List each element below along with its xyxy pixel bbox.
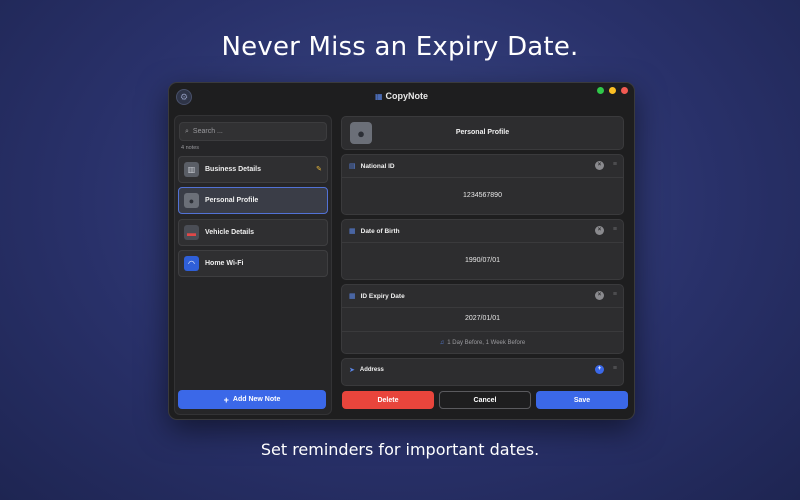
drag-handle-icon[interactable]: ≡ — [613, 226, 617, 233]
drag-handle-icon[interactable]: ≡ — [613, 161, 617, 168]
pin-icon: ✎ — [316, 166, 322, 173]
delete-button[interactable]: Delete — [342, 391, 434, 409]
save-button[interactable]: Save — [536, 391, 628, 409]
sidebar: ⌕ Search ... 4 notes ▥ Business Details … — [174, 115, 332, 415]
app-window: ⚙ ▦ CopyNote ⌕ Search ... 4 notes ▥ Busin… — [168, 82, 635, 420]
field-label[interactable]: Address — [360, 367, 384, 373]
sidebar-item-label: Business Details — [205, 166, 262, 173]
clear-icon[interactable]: × — [595, 226, 604, 235]
field-value[interactable]: 1990/07/01 — [342, 257, 623, 264]
field-header: ▤ National ID × ≡ — [342, 155, 623, 178]
window-title: ▦ CopyNote — [169, 91, 634, 101]
promo-subline: Set reminders for important dates. — [260, 440, 540, 459]
profile-header: ● Personal Profile — [341, 116, 624, 150]
sidebar-item-business-details[interactable]: ▥ Business Details ✎ — [178, 156, 328, 183]
sidebar-item-vehicle-details[interactable]: ▬ Vehicle Details — [178, 219, 328, 246]
sidebar-item-label: Personal Profile — [205, 197, 259, 204]
field-header: ➤ Address + ≡ — [342, 359, 623, 381]
add-note-button[interactable]: + Add New Note — [178, 390, 326, 409]
minimize-button[interactable] — [609, 87, 616, 94]
sidebar-item-label: Home Wi-Fi — [205, 260, 244, 267]
field-label[interactable]: Date of Birth — [361, 228, 400, 235]
building-icon: ▥ — [184, 162, 199, 177]
sidebar-item-home-wifi[interactable]: ◠ Home Wi-Fi — [178, 250, 328, 277]
clear-icon[interactable]: × — [595, 291, 604, 300]
field-label[interactable]: ID Expiry Date — [361, 293, 405, 300]
bell-icon: ♫ — [439, 340, 445, 346]
add-icon[interactable]: + — [595, 365, 604, 374]
car-icon: ▬ — [184, 225, 199, 240]
window-title-text: CopyNote — [385, 91, 429, 101]
drag-handle-icon[interactable]: ≡ — [613, 291, 617, 298]
location-arrow-icon: ➤ — [349, 367, 355, 374]
search-icon: ⌕ — [185, 127, 189, 135]
promo-headline: Never Miss an Expiry Date. — [221, 32, 579, 62]
search-input[interactable]: ⌕ Search ... — [179, 122, 327, 141]
calendar-icon: ▦ — [349, 228, 356, 235]
note-detail: ● Personal Profile ▤ National ID × ≡ 123… — [340, 115, 628, 415]
drag-handle-icon[interactable]: ≡ — [613, 365, 617, 372]
field-value[interactable]: 2027/01/01 — [342, 315, 623, 322]
reminder-setting[interactable]: ♫ 1 Day Before, 1 Week Before — [342, 331, 623, 353]
sidebar-item-label: Vehicle Details — [205, 229, 255, 236]
plus-icon: + — [223, 394, 229, 405]
clear-icon[interactable]: × — [595, 161, 604, 170]
field-date-of-birth: ▦ Date of Birth × ≡ 1990/07/01 — [341, 219, 624, 280]
field-label[interactable]: National ID — [361, 163, 395, 170]
field-value[interactable]: 1234567890 — [342, 192, 623, 199]
profile-title[interactable]: Personal Profile — [342, 129, 623, 136]
field-id-expiry-date: ▦ ID Expiry Date × ≡ 2027/01/01 ♫ 1 Day … — [341, 284, 624, 354]
maximize-button[interactable] — [597, 87, 604, 94]
close-window-button[interactable] — [621, 87, 628, 94]
field-header: ▦ ID Expiry Date × ≡ — [342, 285, 623, 308]
id-card-icon: ▤ — [349, 163, 356, 170]
person-icon: ● — [184, 193, 199, 208]
calendar-reminder-icon: ▦ — [349, 293, 356, 300]
title-bar: ⚙ ▦ CopyNote — [169, 83, 634, 111]
add-note-label: Add New Note — [232, 396, 281, 403]
field-header: ▦ Date of Birth × ≡ — [342, 220, 623, 243]
note-count: 4 notes — [181, 145, 200, 151]
reminder-text: 1 Day Before, 1 Week Before — [447, 340, 526, 346]
sidebar-item-personal-profile[interactable]: ● Personal Profile — [178, 187, 328, 214]
field-national-id: ▤ National ID × ≡ 1234567890 — [341, 154, 624, 215]
search-placeholder: Search ... — [192, 128, 223, 135]
calendar-icon: ▦ — [374, 92, 383, 101]
field-address: ➤ Address + ≡ — [341, 358, 624, 386]
cancel-button[interactable]: Cancel — [439, 391, 531, 409]
wifi-icon: ◠ — [184, 256, 199, 271]
